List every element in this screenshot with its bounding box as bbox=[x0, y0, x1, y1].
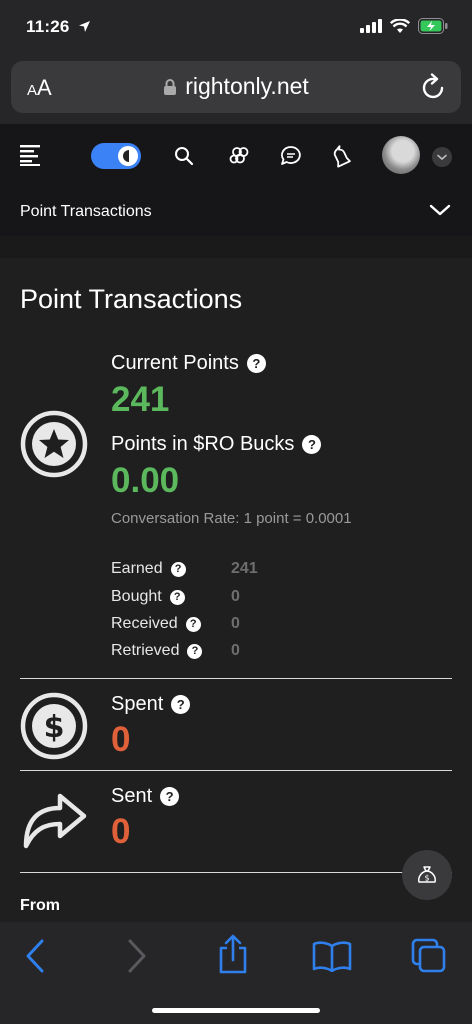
ro-bucks-label-row: Points in $RO Bucks ? bbox=[111, 433, 322, 456]
url-text: rightonly.net bbox=[185, 73, 309, 99]
home-indicator bbox=[152, 1008, 320, 1013]
subnav-dropdown[interactable]: Point Transactions bbox=[0, 188, 472, 236]
sent-label-row: Sent ? bbox=[111, 785, 180, 808]
current-points-label: Current Points bbox=[111, 352, 239, 374]
back-icon[interactable] bbox=[24, 938, 46, 974]
lock-icon bbox=[164, 78, 177, 95]
share-arrow-icon bbox=[23, 793, 87, 849]
help-icon[interactable]: ? bbox=[160, 787, 180, 806]
search-icon[interactable] bbox=[174, 146, 194, 166]
svg-text:$: $ bbox=[424, 874, 429, 883]
help-icon[interactable]: ? bbox=[187, 643, 203, 659]
status-time: 11:26 bbox=[26, 17, 70, 36]
subnav-title: Point Transactions bbox=[20, 203, 152, 220]
avatar[interactable] bbox=[382, 136, 420, 174]
svg-text:$: $ bbox=[44, 710, 65, 745]
page-title: Point Transactions bbox=[20, 284, 243, 314]
current-points-label-row: Current Points ? bbox=[111, 352, 266, 375]
location-arrow-icon bbox=[79, 21, 90, 32]
battery-charging-icon bbox=[418, 18, 448, 34]
tabs-icon[interactable] bbox=[410, 937, 448, 975]
divider bbox=[20, 770, 452, 771]
stat-bought: Bought ? bbox=[111, 586, 185, 608]
wifi-icon bbox=[390, 18, 410, 33]
divider bbox=[20, 872, 452, 873]
cellular-signal-icon bbox=[360, 19, 382, 33]
screen: 11:26 AA rightonly.net Point Transaction… bbox=[0, 0, 472, 1024]
status-indicators bbox=[360, 18, 448, 34]
chevron-down-icon bbox=[429, 204, 451, 216]
help-icon[interactable]: ? bbox=[170, 561, 186, 577]
chevron-down-icon[interactable] bbox=[431, 146, 453, 168]
section-gap bbox=[0, 236, 472, 258]
dollar-circle-icon: $ bbox=[20, 692, 88, 760]
site-nav bbox=[0, 124, 472, 188]
stat-earned: Earned ? bbox=[111, 558, 186, 580]
stat-label: Earned bbox=[111, 560, 163, 577]
stat-retrieved: Retrieved ? bbox=[111, 640, 203, 662]
forward-icon bbox=[128, 939, 146, 973]
stat-label: Received bbox=[111, 615, 178, 632]
toggle-knob bbox=[118, 146, 138, 166]
spent-value: 0 bbox=[111, 720, 131, 759]
bookmarks-icon[interactable] bbox=[312, 940, 352, 972]
url-display[interactable]: rightonly.net bbox=[11, 73, 461, 100]
sent-label: Sent bbox=[111, 785, 153, 807]
notifications-icon[interactable] bbox=[330, 144, 354, 168]
divider bbox=[20, 678, 452, 679]
help-icon[interactable]: ? bbox=[185, 616, 201, 632]
star-badge-icon bbox=[20, 410, 88, 478]
help-icon[interactable]: ? bbox=[169, 589, 185, 605]
money-bag-icon: $ bbox=[418, 866, 436, 883]
sent-value: 0 bbox=[111, 812, 131, 851]
share-icon[interactable] bbox=[216, 934, 250, 974]
reload-icon[interactable] bbox=[421, 73, 447, 101]
groups-icon[interactable] bbox=[228, 144, 252, 168]
chat-icon[interactable] bbox=[280, 145, 302, 167]
ro-bucks-label: Points in $RO Bucks bbox=[111, 433, 295, 455]
stat-value: 0 bbox=[231, 588, 240, 605]
stat-label: Retrieved bbox=[111, 642, 180, 659]
status-bar: 11:26 bbox=[0, 0, 472, 56]
spent-label: Spent bbox=[111, 693, 164, 715]
site-header: Point Transactions bbox=[0, 124, 472, 236]
theme-toggle[interactable] bbox=[91, 143, 141, 169]
help-icon[interactable]: ? bbox=[246, 354, 266, 373]
browser-top-bar: AA rightonly.net bbox=[0, 56, 472, 124]
help-icon[interactable]: ? bbox=[302, 435, 322, 454]
current-points-value: 241 bbox=[111, 380, 170, 419]
stat-value: 241 bbox=[231, 560, 258, 577]
menu-icon[interactable] bbox=[20, 144, 42, 166]
ro-bucks-value: 0.00 bbox=[111, 461, 180, 500]
address-bar[interactable]: AA rightonly.net bbox=[11, 61, 461, 113]
main-content: Point Transactions Current Points ? 241 … bbox=[0, 258, 472, 922]
spent-label-row: Spent ? bbox=[111, 693, 191, 716]
stat-label: Bought bbox=[111, 588, 162, 605]
stat-received: Received ? bbox=[111, 613, 201, 635]
help-icon[interactable]: ? bbox=[171, 695, 191, 714]
stat-value: 0 bbox=[231, 615, 240, 632]
money-bag-button[interactable]: $ bbox=[402, 850, 452, 900]
conversion-rate: Conversation Rate: 1 point = 0.0001 bbox=[111, 510, 352, 527]
from-label: From bbox=[20, 897, 60, 914]
stat-value: 0 bbox=[231, 642, 240, 659]
